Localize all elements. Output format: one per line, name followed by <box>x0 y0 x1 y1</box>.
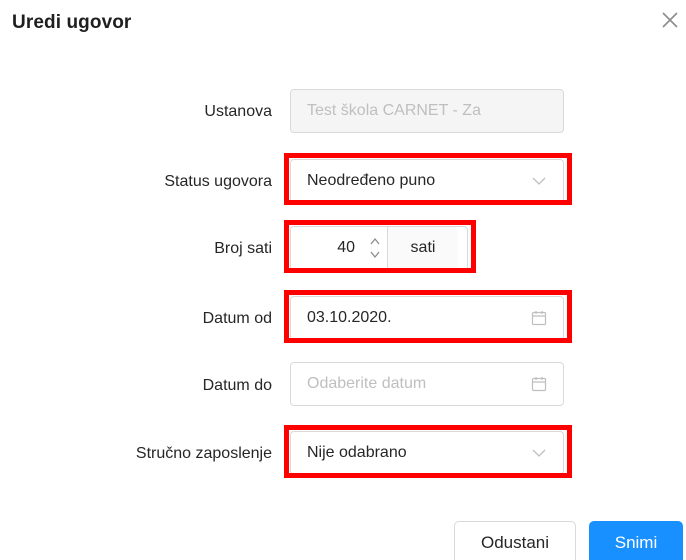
datum-do-placeholder: Odaberite datum <box>307 375 427 392</box>
dialog-title: Uredi ugovor <box>12 12 132 33</box>
strucno-zaposlenje-select[interactable]: Nije odabrano <box>290 431 564 475</box>
ustanova-field: Test škola CARNET - Za <box>290 89 564 133</box>
status-ugovora-value: Neodređeno puno <box>307 172 436 189</box>
datum-od-picker[interactable]: 03.10.2020. <box>290 296 564 340</box>
cancel-button[interactable]: Odustani <box>454 521 576 560</box>
close-icon <box>662 12 678 28</box>
datum-do-picker[interactable]: Odaberite datum <box>290 362 564 406</box>
broj-sati-input-group: 40 sati <box>290 226 468 270</box>
strucno-zaposlenje-label: Stručno zaposlenje <box>135 445 272 462</box>
datum-od-label: Datum od <box>202 310 272 327</box>
caret-up-icon[interactable] <box>369 236 381 248</box>
datum-do-label: Datum do <box>202 377 272 394</box>
caret-down-icon[interactable] <box>369 248 381 260</box>
broj-sati-stepper <box>363 227 387 269</box>
calendar-icon <box>531 377 547 392</box>
save-button[interactable]: Snimi <box>589 521 683 560</box>
chevron-down-icon <box>532 177 546 185</box>
status-ugovora-label: Status ugovora <box>164 173 272 190</box>
calendar-icon <box>531 311 547 326</box>
broj-sati-input[interactable]: 40 <box>291 227 363 269</box>
ustanova-label: Ustanova <box>204 103 272 120</box>
strucno-zaposlenje-value: Nije odabrano <box>307 444 407 461</box>
broj-sati-label: Broj sati <box>214 240 272 257</box>
chevron-down-icon <box>532 449 546 457</box>
ustanova-value: Test škola CARNET - Za <box>307 102 481 119</box>
edit-contract-dialog: Uredi ugovor Ustanova Test škola CARNET … <box>0 0 686 560</box>
datum-od-value: 03.10.2020. <box>307 309 392 326</box>
close-button[interactable] <box>660 10 680 30</box>
status-ugovora-select[interactable]: Neodređeno puno <box>290 159 564 203</box>
broj-sati-unit: sati <box>387 227 458 269</box>
